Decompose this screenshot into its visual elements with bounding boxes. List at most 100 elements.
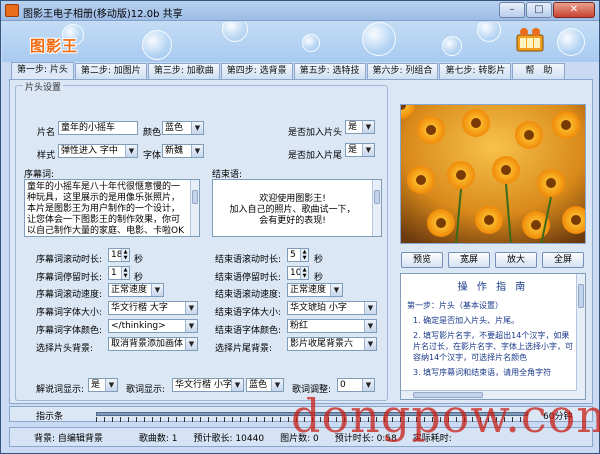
tail-bg-label: 选择片尾背景: — [215, 344, 273, 354]
add-tail-select[interactable]: 是 ▼ — [345, 143, 375, 157]
color-select[interactable]: 蓝色 ▼ — [162, 121, 204, 135]
tab-step2-add-pictures[interactable]: 第二步: 加图片 — [74, 63, 147, 79]
tail-bg-value: 影片收尾背景六 — [290, 339, 354, 349]
tab-help[interactable]: 帮 助 — [512, 63, 566, 79]
ending-speed-label: 结束语滚动速度: — [215, 290, 282, 300]
fullscreen-button[interactable]: 全屏 — [542, 252, 584, 268]
preface-scroll-time-spinner[interactable]: 18 ▲ ▼ — [108, 248, 130, 262]
tail-bg-select[interactable]: 影片收尾背景六 ▼ — [287, 337, 377, 351]
banner: 图影王 — [2, 22, 599, 62]
title-bar: 图影王电子相册(移动版)12.0b 共享 – □ ✕ — [1, 1, 599, 21]
chevron-down-icon: ▼ — [271, 379, 283, 391]
ending-textarea[interactable]: 欢迎使用图影王! 加入自己的照片、歌曲试一下， 会有更好的表现! — [212, 179, 382, 237]
preface-stay-time-value: 1 — [111, 268, 117, 278]
preview-button[interactable]: 预览 — [401, 252, 443, 268]
preface-stay-time-label: 序幕词停留时长: — [36, 273, 103, 283]
chevron-down-icon: ▼ — [364, 320, 376, 332]
guide-vertical-scrollbar[interactable] — [576, 274, 585, 399]
lyrics-display-value: 是 — [91, 380, 101, 390]
bubble-decoration — [442, 36, 462, 56]
lyrics-display-label: 解说词显示: — [36, 385, 85, 395]
chevron-down-icon: ▼ — [364, 302, 376, 314]
color-value: 蓝色 — [165, 123, 184, 133]
chevron-down-icon: ▼ — [362, 121, 374, 133]
ending-font-size-value: 华文琥珀 小字 — [290, 303, 347, 313]
add-head-value: 是 — [348, 122, 358, 132]
lyrics-show-label: 歌词显示: — [126, 385, 166, 395]
watermark: dongpow.com — [291, 389, 600, 443]
chevron-down-icon: ▼ — [125, 145, 137, 157]
preface-font-color-value: </thinking> — [111, 321, 166, 331]
status-songs: 歌曲数: 1 — [138, 433, 178, 444]
step-tabs: 第一步: 片头 第二步: 加图片 第三步: 加歌曲 第四步: 选背景 第五步: … — [11, 62, 591, 79]
lyrics-display-select[interactable]: 是 ▼ — [88, 378, 118, 392]
chevron-down-icon: ▼ — [185, 302, 197, 314]
ending-font-color-value: 粉红 — [290, 321, 309, 331]
tab-step5-effects[interactable]: 第五步: 选特技 — [293, 63, 366, 79]
lyrics-color-select[interactable]: 蓝色 ▼ — [246, 378, 284, 392]
preface-speed-label: 序幕词滚动速度: — [36, 290, 103, 300]
preface-font-size-select[interactable]: 华文行楷 大字 ▼ — [108, 301, 198, 315]
ending-scroll-time-spinner[interactable]: 5 ▲ ▼ — [287, 248, 309, 262]
seconds-unit: 秒 — [314, 273, 324, 283]
ending-stay-time-spinner[interactable]: 10 ▲ ▼ — [287, 266, 309, 280]
app-icon — [5, 4, 19, 17]
seconds-unit: 秒 — [134, 273, 144, 283]
bubble-decoration — [222, 22, 248, 42]
status-estimated: 预计歌长: 10440 — [193, 433, 265, 444]
tab-step3-add-songs[interactable]: 第三步: 加歌曲 — [147, 63, 220, 79]
ending-scrollbar[interactable] — [372, 180, 381, 236]
preface-font-color-select[interactable]: </thinking> ▼ — [108, 319, 198, 333]
lyrics-font-select[interactable]: 华文行楷 小字 ▼ — [172, 378, 244, 392]
group-title: 片头设置 — [23, 80, 64, 93]
guide-step: 第一步：片头（基本设置） — [407, 301, 503, 310]
ending-stay-time-label: 结束语停留时长: — [215, 273, 282, 283]
preface-speed-select[interactable]: 正常速度 ▼ — [108, 283, 164, 297]
preface-scrollbar[interactable] — [190, 180, 199, 236]
app-window: 图影王电子相册(移动版)12.0b 共享 – □ ✕ 图影王 第一步: 片头 第… — [0, 0, 600, 454]
bubble-decoration — [477, 22, 501, 42]
font-value: 新魏 — [165, 146, 184, 156]
widescreen-button[interactable]: 宽屏 — [448, 252, 490, 268]
minimize-button[interactable]: – — [499, 2, 525, 18]
ending-font-size-select[interactable]: 华文琥珀 小字 ▼ — [287, 301, 377, 315]
tab-step1-title[interactable]: 第一步: 片头 — [11, 62, 74, 79]
font-select[interactable]: 新魏 ▼ — [162, 144, 204, 158]
preface-textarea[interactable]: 童年的小摇车是八十年代很惬意慢的一种玩具，这里展示的是用像乐张照片，本片是图影王… — [24, 179, 200, 237]
font-label: 字体 — [143, 151, 162, 161]
lyrics-font-value: 华文行楷 小字 — [175, 380, 232, 390]
close-button[interactable]: ✕ — [553, 2, 595, 18]
add-head-label: 是否加入片头 — [288, 128, 343, 138]
ending-text: 欢迎使用图影王! 加入自己的照片、歌曲试一下， 会有更好的表现! — [229, 194, 356, 226]
style-select[interactable]: 弹性进入 字中 ▼ — [58, 144, 138, 158]
chevron-down-icon: ▼ — [185, 338, 197, 350]
preface-font-color-label: 序幕词字体颜色: — [36, 326, 103, 336]
tab-step4-background[interactable]: 第四步: 选背景 — [220, 63, 293, 79]
ending-speed-select[interactable]: 正常速度 ▼ — [287, 283, 343, 297]
preface-font-size-value: 华文行楷 大字 — [111, 303, 168, 313]
bubble-decoration — [362, 22, 396, 56]
head-bg-label: 选择片头背景: — [36, 344, 94, 354]
app-logo: 图影王 — [30, 37, 79, 55]
preface-scroll-time-label: 序幕词滚动时长: — [36, 255, 103, 265]
preface-stay-time-spinner[interactable]: 1 ▲ ▼ — [108, 266, 130, 280]
maximize-button[interactable]: □ — [526, 2, 552, 18]
style-value: 弹性进入 字中 — [61, 146, 118, 156]
add-tail-label: 是否加入片尾 — [288, 151, 343, 161]
bubble-decoration — [142, 30, 172, 60]
preface-text: 童年的小摇车是八十年代很惬意慢的一种玩具，这里展示的是用像乐张照片，本片是图影王… — [27, 182, 184, 236]
zoom-button[interactable]: 放大 — [495, 252, 537, 268]
indicator-label: 指示条 — [36, 412, 64, 422]
chevron-down-icon: ▼ — [231, 379, 243, 391]
head-bg-select[interactable]: 取消背景添加画体 ▼ — [108, 337, 198, 351]
tab-step7-convert[interactable]: 第七步: 转影片 — [439, 63, 512, 79]
add-head-select[interactable]: 是 ▼ — [345, 120, 375, 134]
bubble-decoration — [557, 28, 585, 56]
tab-step6-combine[interactable]: 第六步: 列组合 — [366, 63, 439, 79]
ending-font-color-select[interactable]: 粉红 ▼ — [287, 319, 377, 333]
name-input[interactable]: 童年的小摇车 — [58, 121, 138, 135]
chevron-down-icon: ▼ — [185, 320, 197, 332]
ending-speed-value: 正常速度 — [290, 285, 327, 295]
lyrics-color-value: 蓝色 — [249, 380, 268, 390]
chevron-down-icon: ▼ — [330, 284, 342, 296]
